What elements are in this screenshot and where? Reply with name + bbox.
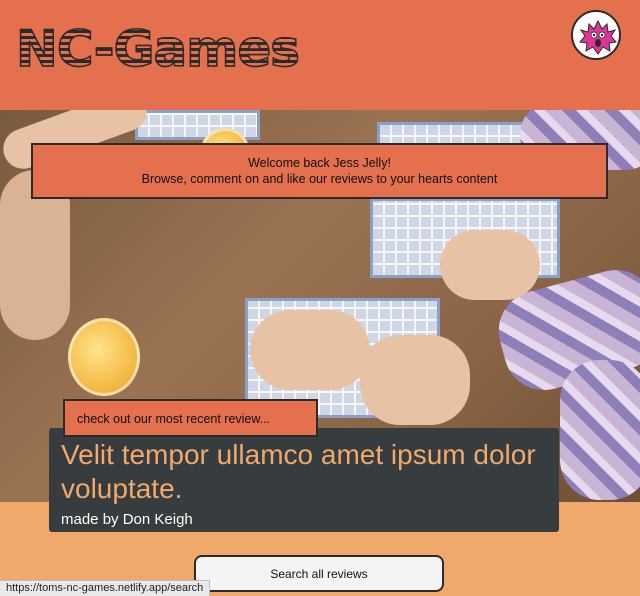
welcome-banner: Welcome back Jess Jelly! Browse, comment… bbox=[31, 143, 608, 199]
site-logo[interactable]: NC-Games bbox=[15, 23, 301, 75]
review-title[interactable]: Velit tempor ullamco amet ipsum dolor vo… bbox=[61, 438, 547, 505]
review-author: made by Don Keigh bbox=[61, 511, 193, 529]
status-bar-url: https://toms-nc-games.netlify.app/search bbox=[0, 580, 211, 596]
pink-monster-avatar-icon bbox=[579, 19, 617, 55]
site-header: NC-Games bbox=[0, 0, 640, 110]
recent-review-label: check out our most recent review... bbox=[63, 399, 318, 437]
recent-review-card[interactable]: Velit tempor ullamco amet ipsum dolor vo… bbox=[49, 428, 559, 532]
welcome-subtext: Browse, comment on and like our reviews … bbox=[141, 172, 498, 186]
search-all-reviews-button[interactable]: Search all reviews bbox=[194, 555, 444, 592]
user-avatar[interactable] bbox=[571, 10, 621, 60]
welcome-greeting: Welcome back Jess Jelly! bbox=[248, 155, 391, 170]
